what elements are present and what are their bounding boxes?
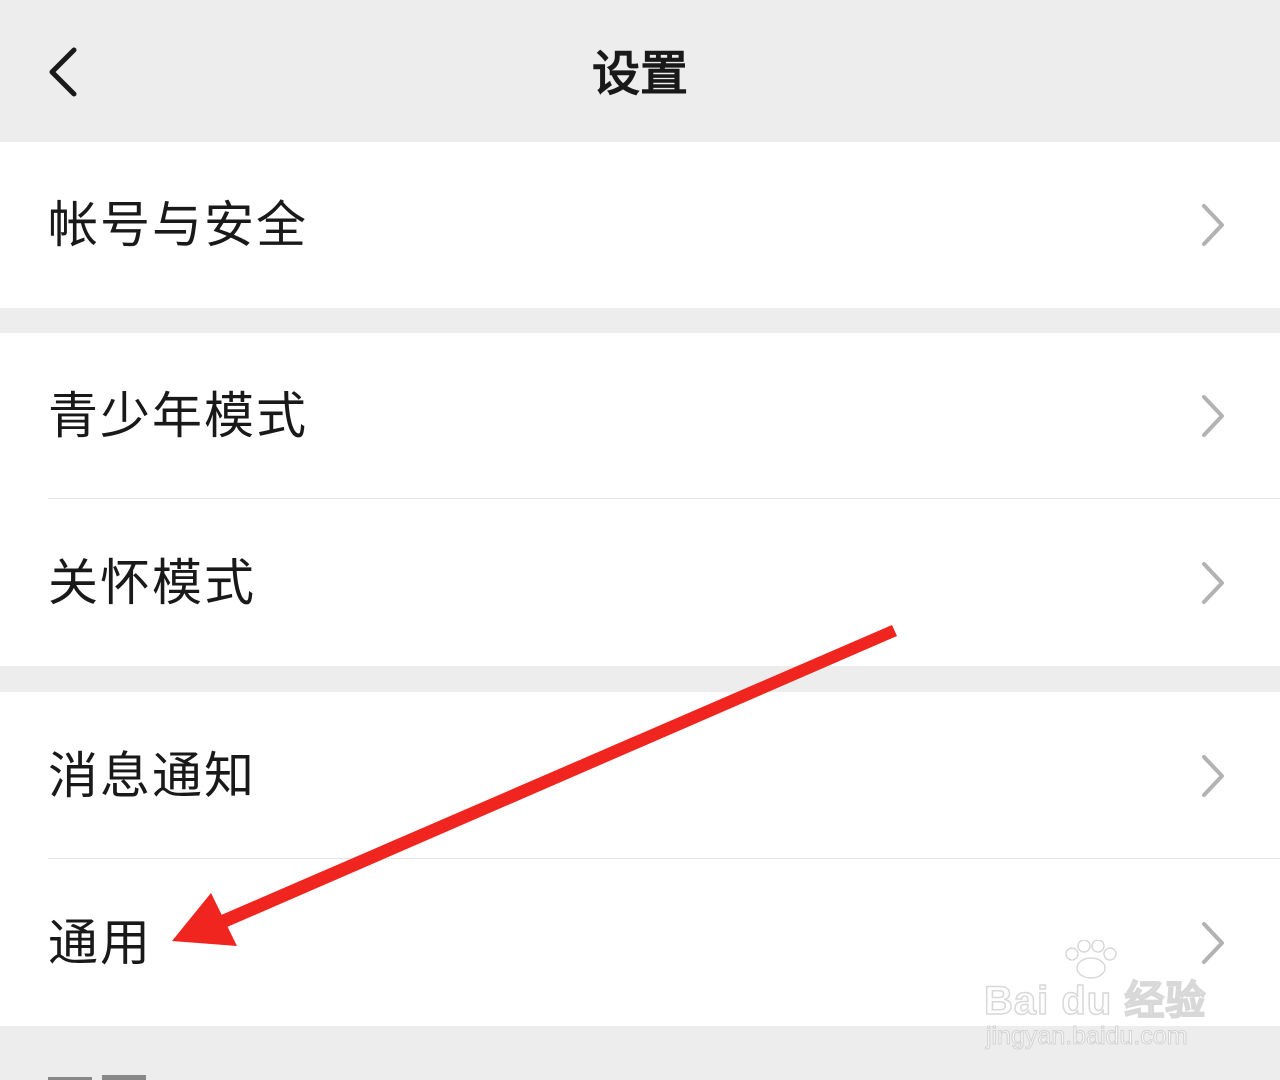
settings-group-general: 消息通知 通用 [0,692,1280,1026]
settings-item-label: 帐号与安全 [48,196,308,254]
chevron-right-icon [1202,204,1224,246]
chevron-right-icon [1202,921,1224,964]
chevron-right-icon [1202,561,1224,604]
settings-item-label: 青少年模式 [48,387,308,445]
settings-group-account: 帐号与安全 [0,142,1280,308]
nav-bar: 设置 [0,0,1280,142]
settings-item-label: 关怀模式 [48,553,256,612]
settings-group-modes: 青少年模式 关怀模式 [0,333,1280,666]
settings-item-notifications[interactable]: 消息通知 [0,692,1280,859]
chevron-right-icon [1202,395,1224,437]
next-section-label-peek [48,1068,158,1080]
settings-item-care-mode[interactable]: 关怀模式 [0,499,1280,666]
settings-screen: 设置 帐号与安全 青少年模式 关怀模式 消息通知 通用 Bai du 经验 ji… [0,0,1280,1080]
settings-item-label: 消息通知 [48,746,256,805]
settings-item-label: 通用 [48,913,152,972]
watermark-url: jingyan.baidu.com [986,1022,1189,1051]
page-title: 设置 [591,46,688,102]
settings-item-general[interactable]: 通用 [0,859,1280,1026]
settings-item-teen-mode[interactable]: 青少年模式 [0,333,1280,499]
chevron-right-icon [1202,754,1224,797]
settings-item-account-security[interactable]: 帐号与安全 [0,142,1280,308]
